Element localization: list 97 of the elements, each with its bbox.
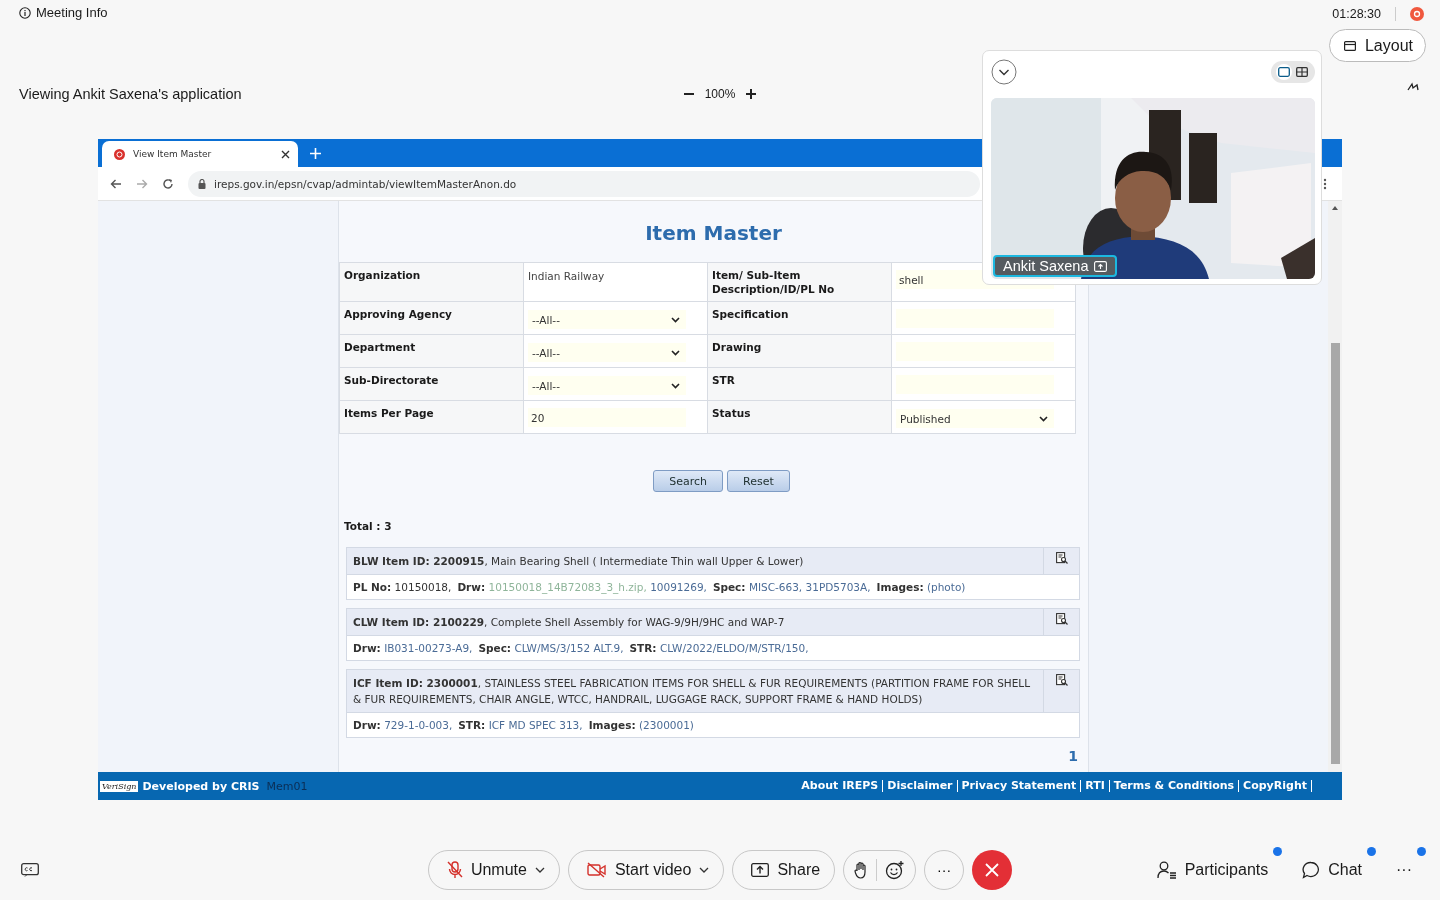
footer-link[interactable]: CopyRight	[1239, 780, 1312, 792]
lock-icon	[198, 178, 206, 189]
field-label: Status	[708, 401, 892, 434]
leave-meeting-button[interactable]	[972, 850, 1013, 890]
footer-link[interactable]: Terms & Conditions	[1109, 780, 1240, 792]
detail-link[interactable]: CLW/MS/3/152 ALT.9,	[514, 642, 624, 654]
detail-link[interactable]: CLW/2022/ELDO/M/STR/150,	[659, 642, 809, 654]
collapse-icon[interactable]	[991, 59, 1017, 85]
page-number[interactable]: 1	[1068, 748, 1078, 764]
page-title: Item Master	[644, 221, 783, 245]
field-value: Indian Railway	[528, 269, 605, 282]
share-screen-icon	[751, 863, 770, 877]
zoom-level: 100%	[704, 87, 736, 101]
start-video-button[interactable]: Start video	[567, 850, 725, 890]
recording-icon[interactable]	[1410, 7, 1424, 21]
address-bar[interactable]: ireps.gov.in/epsn/cvap/admintab/viewItemMasterAnon.do	[188, 170, 980, 197]
url-text: ireps.gov.in/epsn/cvap/admintab/viewItemMasterAnon.do	[214, 177, 517, 190]
field-label: Specification	[708, 302, 892, 335]
footer-link[interactable]: Privacy Statement	[957, 780, 1082, 792]
field-label: Drawing	[708, 335, 892, 368]
footer-link[interactable]: Disclaimer	[883, 780, 958, 792]
chevron-down-icon	[671, 349, 680, 356]
chat-button[interactable]: Chat	[1302, 861, 1368, 879]
browser-tab[interactable]: View Item Master	[102, 141, 298, 167]
item-title: ICF Item ID: 2300001, STAINLESS STEEL FABRICATION ITEMS FOR SHELL & FUR REQUIREMENTS (PARTITION FRAME FOR SHELL & FUR REQUIREMENTS, CHAIR ANGLE, WTCC, HANDRAIL, LUGGAGE RACK, SUPPORT FRAME & HAND HOLDS)	[352, 676, 1032, 707]
participants-button[interactable]: Participants	[1156, 861, 1275, 879]
item-title: CLW Item ID: 2100229, Complete Shell Assembly for WAG-9/9H/9HC and WAP-7	[352, 615, 786, 630]
dropdown[interactable]: --All--	[528, 376, 686, 395]
item-details: PL No: 10150018, Drw: 10150018_14B72083_3_h.zip, 10091269, Spec: MISC-663, 31PD5703A, Images: (photo)	[352, 580, 967, 596]
detail-link[interactable]: 31PD5703A,	[805, 581, 871, 593]
verisign-logo: VeriSign	[100, 780, 139, 792]
meeting-timer: 01:28:30	[1332, 7, 1381, 21]
detail-link[interactable]: IB031-00273-A9,	[384, 642, 473, 654]
reactions-icon[interactable]	[885, 860, 906, 880]
close-tab-icon[interactable]	[281, 149, 290, 159]
chat-icon	[1302, 861, 1321, 879]
field-label: Approving Agency	[340, 302, 524, 335]
site-logo-icon	[114, 148, 125, 160]
reload-icon[interactable]	[162, 177, 174, 190]
results-total: Total : 3	[344, 520, 392, 532]
browser-menu-icon[interactable]	[1323, 177, 1327, 190]
field-label: Sub-Directorate	[340, 368, 524, 401]
developer-credit: Developed by CRIS	[142, 779, 260, 793]
field-label: Items Per Page	[340, 401, 524, 434]
detail-link[interactable]: 729-1-0-003,	[384, 719, 453, 731]
screen-share-icon	[1094, 260, 1108, 272]
form-button[interactable]: Reset	[727, 470, 790, 492]
participants-icon	[1156, 861, 1177, 879]
camera-off-icon	[586, 862, 607, 878]
more-options-button[interactable]: ···	[924, 850, 965, 890]
input-field[interactable]: 20	[528, 408, 686, 427]
layout-icon	[1343, 40, 1356, 51]
field-label: Item/ Sub-Item Description/ID/PL No	[708, 263, 892, 302]
item-details: Drw: 729-1-0-003, STR: ICF MD SPEC 313, Images: (2300001)	[352, 718, 695, 733]
footer-link[interactable]: RTI	[1081, 780, 1110, 792]
form-button[interactable]: Search	[653, 470, 724, 492]
single-view-icon[interactable]	[1276, 64, 1292, 80]
unmute-button[interactable]: Unmute	[427, 850, 560, 890]
detail-link[interactable]: 10091269,	[650, 581, 707, 593]
scrollbar[interactable]	[1328, 201, 1342, 772]
item-title: BLW Item ID: 2200915, Main Bearing Shell ( Intermediate Thin wall Upper & Lower)	[352, 554, 805, 569]
dropdown[interactable]: --All--	[528, 343, 686, 362]
zoom-in-icon[interactable]	[745, 88, 758, 100]
view-details-icon[interactable]	[1055, 674, 1068, 686]
more-button[interactable]: ···	[1396, 861, 1418, 879]
dropdown[interactable]: Published	[896, 409, 1054, 428]
mic-off-icon	[446, 861, 463, 879]
captions-icon[interactable]	[21, 863, 39, 877]
scroll-up-icon[interactable]	[1331, 205, 1339, 211]
chevron-down-icon	[1039, 415, 1048, 422]
chevron-down-icon	[671, 382, 680, 389]
field-label: STR	[708, 368, 892, 401]
detail-link[interactable]: (photo)	[926, 581, 966, 593]
grid-view-icon[interactable]	[1294, 64, 1310, 80]
detail-link[interactable]: MISC-663,	[748, 581, 803, 593]
annotate-icon[interactable]	[1407, 82, 1419, 92]
footer-link[interactable]: About IREPS	[797, 780, 884, 792]
sharing-status-text: Viewing Ankit Saxena's application	[19, 86, 242, 102]
back-icon[interactable]	[110, 178, 122, 189]
dropdown[interactable]: --All--	[528, 310, 686, 329]
info-icon	[19, 6, 31, 19]
item-details: Drw: IB031-00273-A9, Spec: CLW/MS/3/152 ALT.9, STR: CLW/2022/ELDO/M/STR/150,	[352, 641, 810, 656]
view-details-icon[interactable]	[1055, 613, 1068, 625]
field-label: Department	[340, 335, 524, 368]
field-label: Organization	[340, 263, 524, 302]
raise-hand-icon[interactable]	[854, 861, 869, 879]
user-code: Mem01	[266, 779, 308, 793]
close-icon	[985, 863, 1000, 877]
chevron-down-icon	[671, 316, 680, 323]
meeting-info-link[interactable]: Meeting Info	[19, 5, 108, 20]
view-details-icon[interactable]	[1055, 552, 1068, 564]
detail-link[interactable]: ICF MD SPEC 313,	[488, 719, 583, 731]
share-button[interactable]: Share	[732, 850, 836, 890]
new-tab-icon[interactable]	[310, 148, 321, 159]
tab-title: View Item Master	[133, 149, 212, 159]
detail-link[interactable]: (2300001)	[639, 719, 694, 731]
layout-button[interactable]: Layout	[1328, 29, 1426, 62]
